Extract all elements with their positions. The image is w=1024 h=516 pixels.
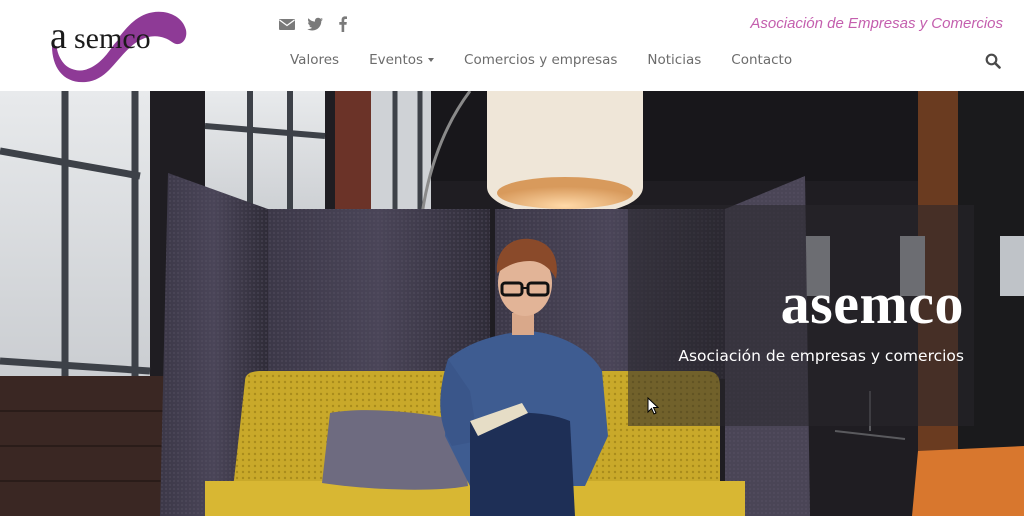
hero-subtitle: Asociación de empresas y comercios	[678, 347, 964, 365]
main-nav: Valores Eventos Comercios y empresas Not…	[275, 50, 807, 70]
site-header: a semco Asociación de Empresas y Comerci…	[0, 0, 1024, 91]
nav-item-label: Contacto	[731, 52, 793, 68]
hero-banner: asemco Asociación de empresas y comercio…	[0, 91, 1024, 516]
site-tagline: Asociación de Empresas y Comercios	[750, 15, 1003, 32]
nav-item-valores[interactable]: Valores	[275, 50, 354, 70]
svg-text:a: a	[50, 15, 67, 57]
nav-item-contacto[interactable]: Contacto	[716, 50, 807, 70]
nav-item-noticias[interactable]: Noticias	[632, 50, 716, 70]
hero-title: asemco	[780, 271, 964, 336]
facebook-icon[interactable]	[334, 15, 352, 33]
nav-item-label: Valores	[290, 52, 340, 68]
mouse-pointer-icon	[647, 396, 660, 415]
caret-down-icon	[428, 58, 435, 62]
svg-text:semco: semco	[74, 22, 151, 55]
nav-item-label: Noticias	[647, 52, 702, 68]
nav-item-label: Eventos	[369, 52, 424, 68]
nav-item-eventos[interactable]: Eventos	[354, 50, 449, 70]
search-icon[interactable]	[985, 53, 1001, 69]
nav-item-label: Comercios y empresas	[464, 52, 618, 68]
nav-item-comercios-y-empresas[interactable]: Comercios y empresas	[449, 50, 632, 70]
twitter-icon[interactable]	[306, 15, 324, 33]
site-logo[interactable]: a semco	[46, 6, 192, 86]
envelope-icon[interactable]	[278, 15, 296, 33]
social-links	[278, 15, 352, 33]
